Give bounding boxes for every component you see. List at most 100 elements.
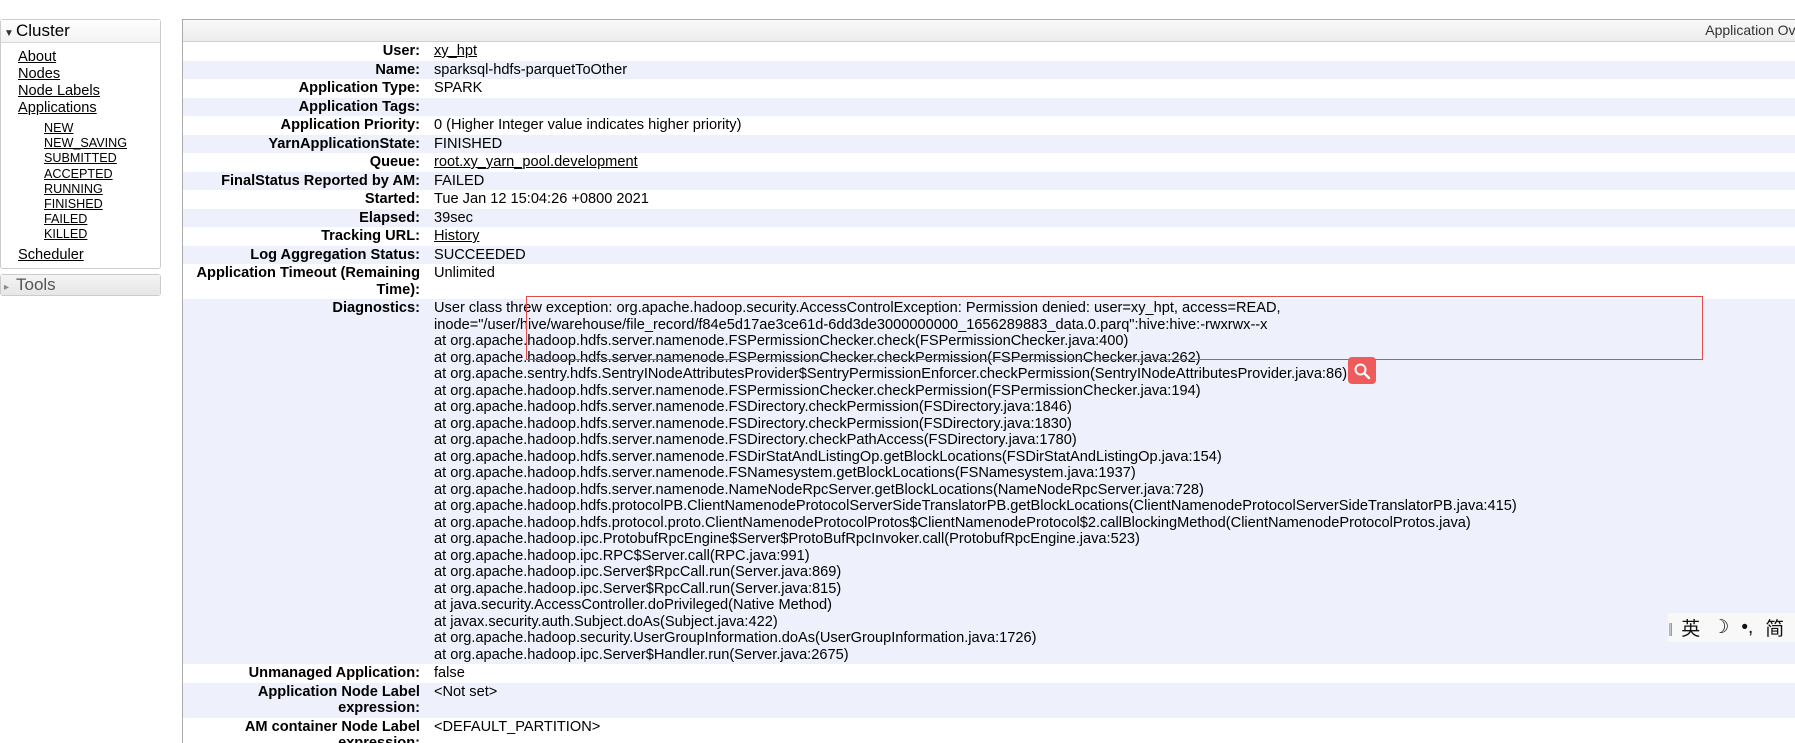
stack-trace-line: at java.security.AccessController.doPriv… (434, 597, 1792, 614)
node-label-expression-value: <Not set> (430, 683, 1795, 718)
stack-trace-line: at org.apache.hadoop.hdfs.server.namenod… (434, 465, 1792, 482)
nav-link-state-failed[interactable]: FAILED (44, 212, 87, 226)
table-row: Diagnostics: User class threw exception:… (183, 299, 1795, 664)
ime-simplified-toggle[interactable]: 简 (1765, 614, 1784, 641)
queue-link[interactable]: root.xy_yarn_pool.development (434, 154, 638, 170)
app-state-list: NEW NEW_SAVING SUBMITTED ACCEPTED RUNNIN… (18, 121, 160, 243)
nav-link-state-new-saving[interactable]: NEW_SAVING (44, 136, 127, 150)
sidebar: ▼Cluster About Nodes Node Labels Applica… (0, 19, 161, 296)
overview-title: Application Overview (1705, 22, 1795, 38)
nav-link-node-labels[interactable]: Node Labels (18, 83, 100, 99)
final-status-label: FinalStatus Reported by AM: (183, 172, 430, 191)
nav-link-nodes[interactable]: Nodes (18, 66, 60, 82)
nav-link-about[interactable]: About (18, 49, 56, 65)
ime-drag-handle[interactable]: || (1668, 620, 1671, 636)
cluster-menu: About Nodes Node Labels Applications NEW… (1, 43, 160, 268)
tools-label: Tools (16, 275, 56, 294)
app-type-value: SPARK (430, 79, 1795, 98)
stack-trace-line: at org.apache.sentry.hdfs.SentryINodeAtt… (434, 366, 1792, 383)
collapse-triangle-icon: ▼ (4, 23, 16, 45)
nav-link-applications[interactable]: Applications (18, 100, 97, 116)
table-row: User: xy_hpt (183, 42, 1795, 61)
overview-header: Application Overview (183, 20, 1795, 42)
stack-trace-line: at org.apache.hadoop.hdfs.server.namenod… (434, 482, 1792, 499)
unmanaged-value: false (430, 664, 1795, 683)
table-row: Unmanaged Application: false (183, 664, 1795, 683)
table-row: Elapsed: 39sec (183, 209, 1795, 228)
nav-link-scheduler[interactable]: Scheduler (18, 247, 84, 263)
stack-trace-line: at org.apache.hadoop.hdfs.server.namenod… (434, 416, 1792, 433)
stack-trace-line: at org.apache.hadoop.hdfs.protocol.proto… (434, 515, 1792, 532)
table-row: Application Timeout (Remaining Time): Un… (183, 264, 1795, 299)
stack-trace-line: at org.apache.hadoop.hdfs.server.namenod… (434, 399, 1792, 416)
user-link[interactable]: xy_hpt (434, 43, 477, 59)
ime-toolbar: || 英 ☽ •, 简 (1668, 613, 1795, 642)
stack-trace-line: at org.apache.hadoop.ipc.RPC$Server.call… (434, 548, 1792, 565)
table-row: Application Type: SPARK (183, 79, 1795, 98)
search-icon (1353, 362, 1371, 380)
expand-triangle-icon: ▸ (4, 278, 16, 298)
table-row: Tracking URL: History (183, 227, 1795, 246)
stack-trace-line: at org.apache.hadoop.hdfs.server.namenod… (434, 333, 1792, 350)
table-row: Name: sparksql-hdfs-parquetToOther (183, 61, 1795, 80)
stack-trace-line: at org.apache.hadoop.ipc.Server$RpcCall.… (434, 581, 1792, 598)
stack-trace-line: at org.apache.hadoop.hdfs.protocolPB.Cli… (434, 498, 1792, 515)
tools-panel: ▸Tools (0, 274, 161, 296)
user-label: User: (183, 42, 430, 61)
unmanaged-label: Unmanaged Application: (183, 664, 430, 683)
app-state-value: FINISHED (430, 135, 1795, 154)
diagnostics-value: User class threw exception: org.apache.h… (430, 299, 1795, 664)
table-row: AM container Node Label expression: <DEF… (183, 718, 1795, 743)
stack-trace-line: at org.apache.hadoop.hdfs.server.namenod… (434, 350, 1792, 367)
app-tags-value (430, 98, 1795, 117)
table-row: Started: Tue Jan 12 15:04:26 +0800 2021 (183, 190, 1795, 209)
log-aggregation-value: SUCCEEDED (430, 246, 1795, 265)
tools-header[interactable]: ▸Tools (1, 275, 160, 295)
node-label-expression-label: Application Node Label expression: (183, 683, 430, 718)
tracking-url-link[interactable]: History (434, 228, 479, 244)
nav-link-state-running[interactable]: RUNNING (44, 182, 103, 196)
am-node-label-value: <DEFAULT_PARTITION> (430, 718, 1795, 743)
elapsed-value: 39sec (430, 209, 1795, 228)
cluster-panel: ▼Cluster About Nodes Node Labels Applica… (0, 19, 161, 269)
nav-link-state-submitted[interactable]: SUBMITTED (44, 151, 117, 165)
elapsed-label: Elapsed: (183, 209, 430, 228)
table-row: Log Aggregation Status: SUCCEEDED (183, 246, 1795, 265)
main-content: Application Overview User: xy_hpt Name: … (182, 19, 1795, 743)
nav-link-state-killed[interactable]: KILLED (44, 227, 87, 241)
log-aggregation-label: Log Aggregation Status: (183, 246, 430, 265)
table-row: YarnApplicationState: FINISHED (183, 135, 1795, 154)
stack-trace-line: at org.apache.hadoop.hdfs.server.namenod… (434, 449, 1792, 466)
started-value: Tue Jan 12 15:04:26 +0800 2021 (430, 190, 1795, 209)
nav-link-state-accepted[interactable]: ACCEPTED (44, 167, 113, 181)
app-name-value: sparksql-hdfs-parquetToOther (430, 61, 1795, 80)
priority-label: Application Priority: (183, 116, 430, 135)
state-label: YarnApplicationState: (183, 135, 430, 154)
table-row: Application Tags: (183, 98, 1795, 117)
stack-trace-line: at org.apache.hadoop.hdfs.server.namenod… (434, 383, 1792, 400)
ime-language-toggle[interactable]: 英 (1681, 614, 1700, 641)
cluster-header[interactable]: ▼Cluster (1, 20, 160, 43)
stack-trace-line: at org.apache.hadoop.ipc.ProtobufRpcEngi… (434, 531, 1792, 548)
nav-link-state-new[interactable]: NEW (44, 121, 73, 135)
app-info-table: User: xy_hpt Name: sparksql-hdfs-parquet… (183, 42, 1795, 743)
table-row: FinalStatus Reported by AM: FAILED (183, 172, 1795, 191)
stack-trace-line: at javax.security.auth.Subject.doAs(Subj… (434, 614, 1792, 631)
diagnostics-label: Diagnostics: (183, 299, 430, 664)
name-label: Name: (183, 61, 430, 80)
timeout-label: Application Timeout (Remaining Time): (183, 264, 430, 299)
ime-punctuation-toggle[interactable]: •, (1741, 617, 1753, 639)
nav-link-state-finished[interactable]: FINISHED (44, 197, 103, 211)
app-priority-value: 0 (Higher Integer value indicates higher… (430, 116, 1795, 135)
diagnostics-message: User class threw exception: org.apache.h… (434, 300, 1664, 333)
moon-icon[interactable]: ☽ (1712, 616, 1729, 639)
am-node-label-label: AM container Node Label expression: (183, 718, 430, 743)
search-selection-button[interactable] (1348, 357, 1376, 384)
stack-trace-line: at org.apache.hadoop.hdfs.server.namenod… (434, 432, 1792, 449)
stack-trace-line: at org.apache.hadoop.ipc.Server$RpcCall.… (434, 564, 1792, 581)
tracking-url-label: Tracking URL: (183, 227, 430, 246)
tags-label: Application Tags: (183, 98, 430, 117)
stack-trace-line: at org.apache.hadoop.ipc.Server$Handler.… (434, 647, 1792, 664)
table-row: Queue: root.xy_yarn_pool.development (183, 153, 1795, 172)
queue-label: Queue: (183, 153, 430, 172)
